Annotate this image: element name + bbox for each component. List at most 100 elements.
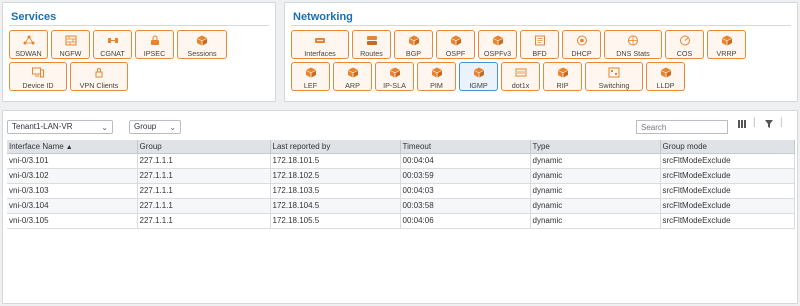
networking-tile-cos[interactable]: COS bbox=[665, 30, 704, 59]
tile-label: BFD bbox=[532, 49, 547, 58]
tile-label: OSPF bbox=[445, 49, 466, 58]
table-cell-group-mode: srcFltModeExclude bbox=[660, 183, 795, 199]
group-select[interactable]: Group ⌄ bbox=[129, 120, 181, 134]
cube-icon bbox=[660, 67, 672, 78]
table-cell-interface-name: vni-0/3.104 bbox=[7, 198, 138, 214]
dot1x-icon bbox=[515, 67, 527, 78]
chevron-down-icon: ⌄ bbox=[169, 123, 176, 132]
table-cell-timeout: 00:03:59 bbox=[400, 168, 531, 184]
table-cell-last-reported-by: 172.18.102.5 bbox=[270, 168, 401, 184]
columns-icon[interactable] bbox=[737, 119, 747, 132]
tile-label: CGNAT bbox=[100, 49, 125, 58]
networking-tile-ospf[interactable]: OSPF bbox=[436, 30, 475, 59]
table-cell-interface-name: vni-0/3.105 bbox=[7, 213, 138, 229]
networking-tile-pim[interactable]: PIM bbox=[417, 62, 456, 91]
column-header-type[interactable]: Type bbox=[530, 140, 661, 154]
tile-label: NGFW bbox=[59, 49, 82, 58]
filter-icon[interactable] bbox=[764, 119, 774, 132]
divider bbox=[9, 25, 269, 26]
table-cell-last-reported-by: 172.18.103.5 bbox=[270, 183, 401, 199]
firewall-icon bbox=[65, 35, 77, 46]
tile-label: IPSEC bbox=[143, 49, 166, 58]
column-header-interface-name[interactable]: Interface Name ▲ bbox=[7, 140, 138, 154]
tile-label: DNS Stats bbox=[616, 49, 650, 58]
networking-tile-dot1x[interactable]: dot1x bbox=[501, 62, 540, 91]
search-input[interactable] bbox=[636, 120, 728, 134]
table-cell-timeout: 00:04:04 bbox=[400, 153, 531, 169]
service-tile-ipsec[interactable]: IPSEC bbox=[135, 30, 174, 59]
vpn-lock-icon bbox=[93, 67, 105, 78]
cube-icon bbox=[431, 67, 443, 78]
table-cell-interface-name: vni-0/3.102 bbox=[7, 168, 138, 184]
virtual-router-select[interactable]: Tenant1-LAN-VR ⌄ bbox=[7, 120, 113, 134]
sdwan-icon bbox=[23, 35, 35, 46]
table-row[interactable]: vni-0/3.101 227.1.1.1 172.18.101.5 00:04:04… bbox=[7, 153, 795, 169]
networking-tile-igmp[interactable]: IGMP bbox=[459, 62, 498, 91]
bfd-icon bbox=[534, 35, 546, 46]
networking-title: Networking bbox=[293, 11, 353, 23]
service-tile-ngfw[interactable]: NGFW bbox=[51, 30, 90, 59]
tile-label: Switching bbox=[598, 81, 630, 90]
networking-tile-dns-stats[interactable]: DNS Stats bbox=[604, 30, 662, 59]
networking-tile-bgp[interactable]: BGP bbox=[394, 30, 433, 59]
tile-label: LLDP bbox=[656, 81, 675, 90]
tile-label: SDWAN bbox=[15, 49, 42, 58]
services-panel: Services SDWAN NGFW CGNAT IPSEC Sessions Devi… bbox=[2, 2, 276, 102]
column-header-last-reported-by[interactable]: Last reported by bbox=[270, 140, 401, 154]
tile-label: Routes bbox=[360, 49, 383, 58]
table-cell-timeout: 00:03:58 bbox=[400, 198, 531, 214]
column-header-group[interactable]: Group bbox=[137, 140, 271, 154]
table-cell-interface-name: vni-0/3.103 bbox=[7, 183, 138, 199]
table-row[interactable]: vni-0/3.102 227.1.1.1 172.18.102.5 00:03:59… bbox=[7, 168, 795, 184]
cube-icon bbox=[389, 67, 401, 78]
networking-tile-rip[interactable]: RIP bbox=[543, 62, 582, 91]
networking-tile-bfd[interactable]: BFD bbox=[520, 30, 559, 59]
toolbar-divider: | bbox=[753, 117, 756, 128]
networking-panel: Networking Interfaces Routes BGP OSPF OSPFv3… bbox=[284, 2, 798, 102]
cgnat-icon bbox=[107, 35, 119, 46]
service-tile-device-id[interactable]: Device ID bbox=[9, 62, 67, 91]
table-cell-timeout: 00:04:03 bbox=[400, 183, 531, 199]
switching-icon bbox=[608, 67, 620, 78]
networking-tile-dhcp[interactable]: DHCP bbox=[562, 30, 601, 59]
tile-label: IGMP bbox=[469, 81, 488, 90]
networking-tile-arp[interactable]: ARP bbox=[333, 62, 372, 91]
cube-icon bbox=[557, 67, 569, 78]
tile-label: dot1x bbox=[511, 81, 530, 90]
tile-label: VRRP bbox=[716, 49, 737, 58]
table-row[interactable]: vni-0/3.103 227.1.1.1 172.18.103.5 00:04:03… bbox=[7, 183, 795, 199]
table-cell-group-mode: srcFltModeExclude bbox=[660, 213, 795, 229]
tile-label: OSPFv3 bbox=[483, 49, 512, 58]
networking-tile-lldp[interactable]: LLDP bbox=[646, 62, 685, 91]
service-tile-sdwan[interactable]: SDWAN bbox=[9, 30, 48, 59]
tile-label: DHCP bbox=[571, 49, 592, 58]
table-cell-type: dynamic bbox=[530, 213, 661, 229]
dhcp-icon bbox=[576, 35, 588, 46]
table-body: vni-0/3.101 227.1.1.1 172.18.101.5 00:04:04… bbox=[7, 153, 795, 229]
networking-tile-switching[interactable]: Switching bbox=[585, 62, 643, 91]
table-row[interactable]: vni-0/3.105 227.1.1.1 172.18.105.5 00:04:06… bbox=[7, 213, 795, 229]
table-cell-last-reported-by: 172.18.104.5 bbox=[270, 198, 401, 214]
networking-tile-interfaces[interactable]: Interfaces bbox=[291, 30, 349, 59]
column-header-timeout[interactable]: Timeout bbox=[400, 140, 531, 154]
tile-label: PIM bbox=[430, 81, 443, 90]
table-cell-type: dynamic bbox=[530, 183, 661, 199]
sort-ascending-icon[interactable]: ▲ bbox=[66, 144, 73, 151]
networking-tile-lef[interactable]: LEF bbox=[291, 62, 330, 91]
networking-tile-ip-sla[interactable]: IP-SLA bbox=[375, 62, 414, 91]
tile-label: LEF bbox=[303, 81, 318, 90]
networking-tile-ospfv3[interactable]: OSPFv3 bbox=[478, 30, 517, 59]
toolbar-divider: | bbox=[780, 117, 783, 128]
sessions-icon bbox=[196, 35, 208, 46]
service-tile-cgnat[interactable]: CGNAT bbox=[93, 30, 132, 59]
service-tile-vpn-clients[interactable]: VPN Clients bbox=[70, 62, 128, 91]
table-row[interactable]: vni-0/3.104 227.1.1.1 172.18.104.5 00:03:58… bbox=[7, 198, 795, 214]
column-header-group-mode[interactable]: Group mode bbox=[660, 140, 795, 154]
service-tile-sessions[interactable]: Sessions bbox=[177, 30, 227, 59]
networking-tile-routes[interactable]: Routes bbox=[352, 30, 391, 59]
tile-label: IP-SLA bbox=[383, 81, 406, 90]
services-tiles: SDWAN NGFW CGNAT IPSEC Sessions Device ID VPN … bbox=[9, 30, 269, 91]
cos-icon bbox=[679, 35, 691, 46]
table-cell-last-reported-by: 172.18.101.5 bbox=[270, 153, 401, 169]
networking-tile-vrrp[interactable]: VRRP bbox=[707, 30, 746, 59]
